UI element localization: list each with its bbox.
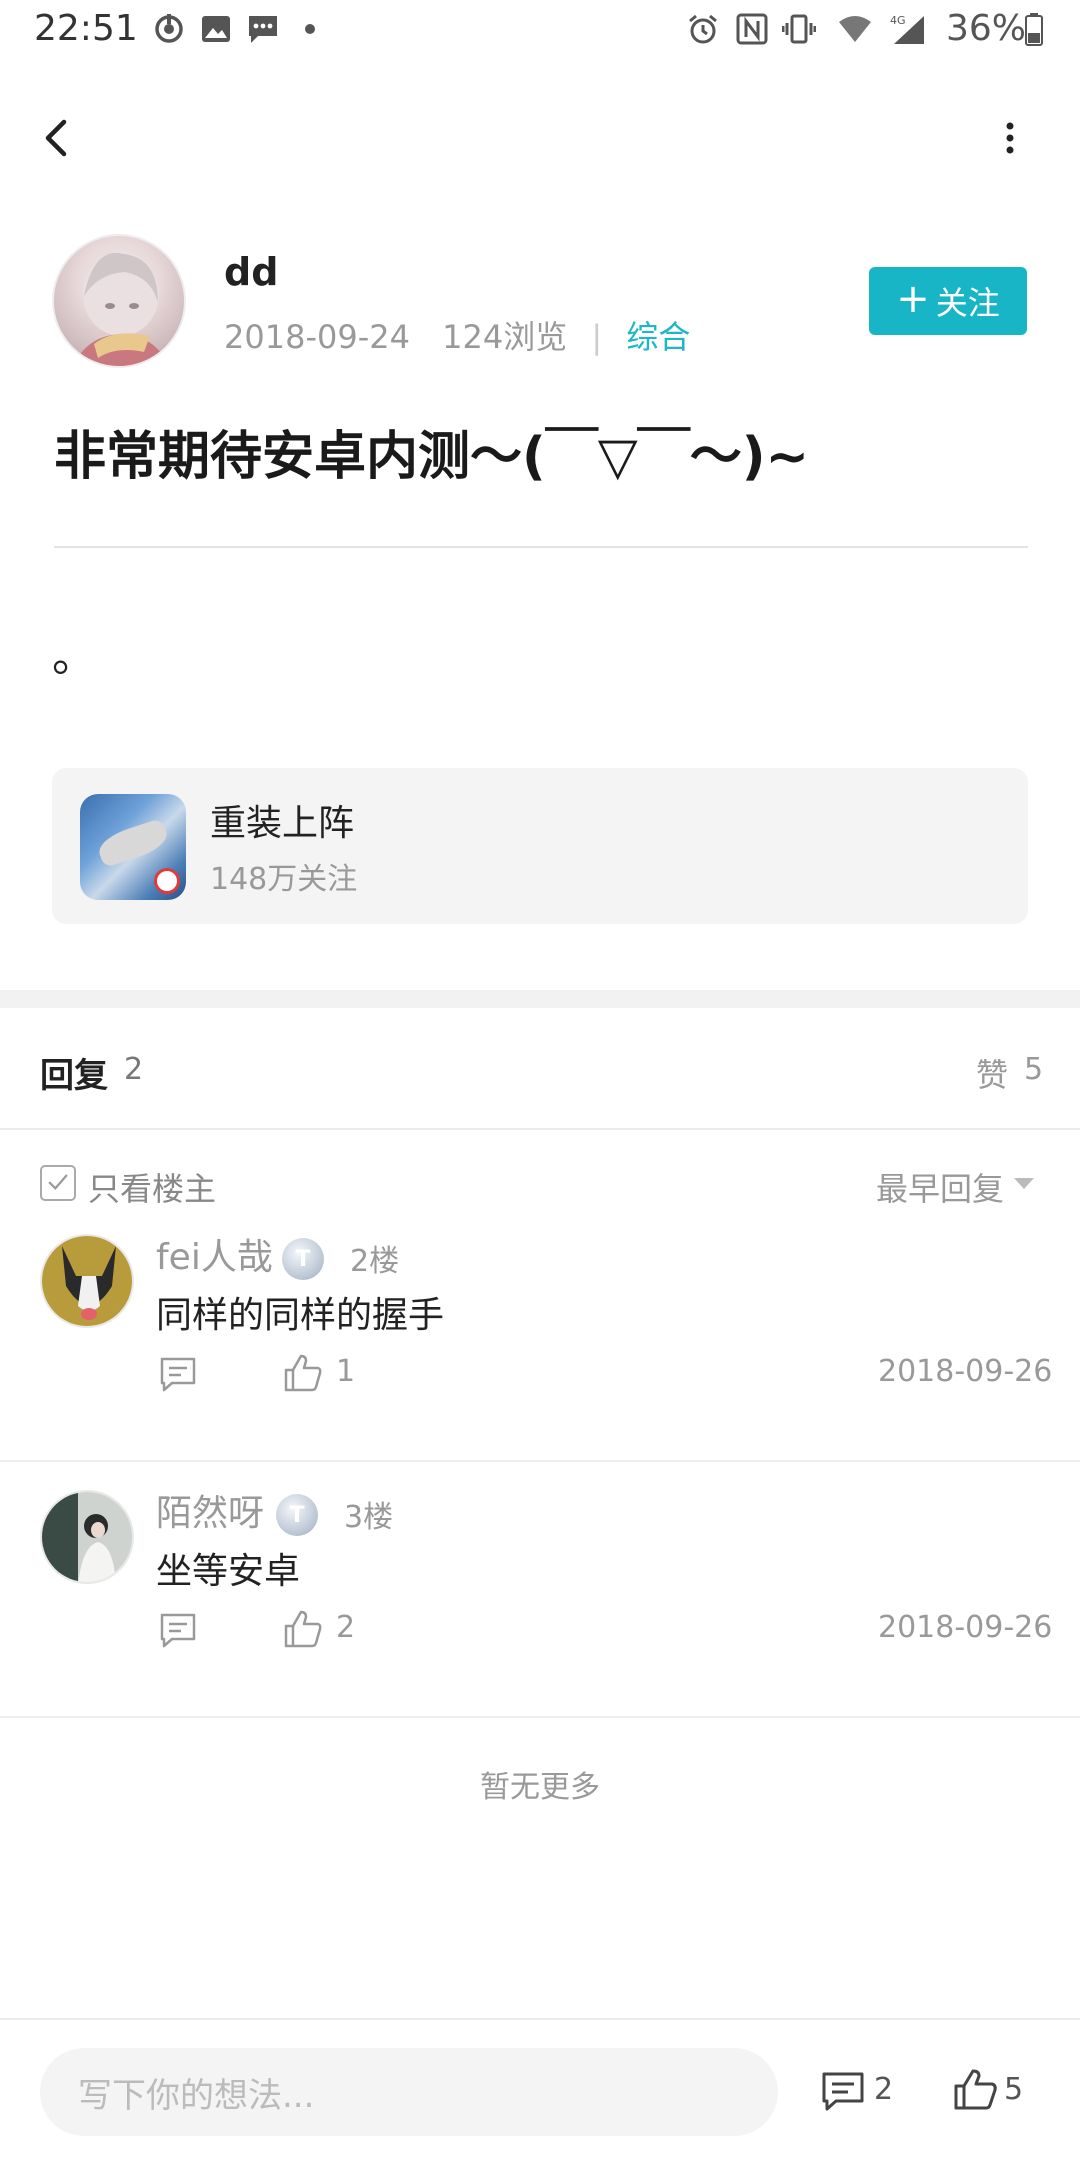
section-separator [0, 990, 1080, 1008]
dot-icon [305, 24, 315, 34]
reply-floor: 2楼 [350, 1244, 400, 1279]
like-count: 5 [1004, 2072, 1024, 2107]
post-title: 非常期待安卓内测～(￣▽￣～)~ [54, 427, 810, 487]
divider [0, 1128, 1080, 1130]
battery-percent: 36% [946, 8, 1027, 49]
sync-icon [155, 14, 183, 43]
wifi-icon [839, 16, 871, 42]
plus-icon: + [896, 276, 930, 322]
thumbs-up-icon[interactable] [282, 1608, 324, 1650]
game-card[interactable]: 重装上阵 148万关注 [52, 768, 1028, 924]
game-name: 重装上阵 [210, 803, 355, 844]
reply-avatar[interactable] [40, 1234, 134, 1328]
check-icon [48, 1174, 68, 1190]
reply-author[interactable]: fei人哉 [156, 1228, 273, 1280]
likes-count: 5 [1024, 1052, 1044, 1087]
battery-icon [1025, 13, 1043, 46]
chevron-left-icon[interactable] [36, 108, 80, 168]
divider [54, 546, 1028, 548]
only-op-label[interactable]: 只看楼主 [88, 1164, 216, 1210]
post-views: 124浏览 [442, 318, 568, 356]
game-icon [80, 794, 186, 900]
only-op-checkbox[interactable] [40, 1165, 76, 1201]
reply-like-count: 1 [336, 1354, 356, 1389]
likes-label: 赞 [976, 1056, 1009, 1094]
divider [0, 1716, 1080, 1718]
message-icon [249, 16, 277, 43]
divider [0, 1460, 1080, 1462]
reply-content: 坐等安卓 [156, 1551, 301, 1592]
level-badge: T [276, 1494, 318, 1536]
reply-content: 同样的同样的握手 [156, 1295, 445, 1336]
author-avatar[interactable] [52, 234, 186, 368]
no-more-text: 暂无更多 [480, 1770, 600, 1805]
avatar-image [42, 1492, 132, 1582]
comment-icon[interactable] [158, 1610, 198, 1650]
reply-like-count: 2 [336, 1610, 356, 1645]
status-time: 22:51 [34, 8, 138, 49]
post-category[interactable]: 综合 [626, 318, 690, 356]
thumbs-up-icon[interactable] [952, 2066, 998, 2112]
level-badge: T [282, 1238, 324, 1280]
post-body: 。 [52, 631, 96, 682]
author-name[interactable]: dd [224, 250, 278, 294]
avatar-image [73, 252, 169, 366]
reply-avatar[interactable] [40, 1490, 134, 1584]
image-icon [202, 16, 230, 42]
comment-count: 2 [874, 2072, 894, 2107]
reply-author[interactable]: 陌然呀 [156, 1484, 264, 1536]
avatar-image [42, 1236, 132, 1326]
signal-4g-icon: 4G [890, 14, 924, 44]
reply-item: 陌然呀 T 3楼 坐等安卓 2 2018-09-26 [0, 1464, 1080, 1720]
reply-date: 2018-09-26 [878, 1354, 1053, 1389]
bottom-bar: 写下你的想法... 2 5 [0, 2018, 1080, 2160]
post-meta: 2018-09-24 124浏览 | 综合 [224, 312, 690, 358]
vibrate-icon [782, 14, 816, 44]
game-followers: 148万关注 [210, 862, 358, 897]
comment-icon[interactable] [158, 1354, 198, 1394]
reply-item: fei人哉 T 2楼 同样的同样的握手 1 2018-09-26 [0, 1208, 1080, 1464]
nfc-icon [736, 13, 768, 45]
svg-text:4G: 4G [890, 14, 906, 27]
reply-floor: 3楼 [344, 1500, 394, 1535]
reply-date: 2018-09-26 [878, 1610, 1053, 1645]
follow-label: 关注 [935, 284, 1000, 322]
status-bar: 22:51 4G 36% [0, 0, 1080, 66]
follow-button[interactable]: + 关注 [869, 267, 1027, 335]
thumbs-up-icon[interactable] [282, 1352, 324, 1394]
caret-down-icon[interactable] [1014, 1178, 1034, 1189]
meta-separator: | [591, 318, 603, 356]
post-date: 2018-09-24 [224, 318, 410, 356]
comment-icon[interactable] [820, 2068, 866, 2114]
replies-label: 回复 [40, 1056, 108, 1096]
replies-count: 2 [124, 1052, 144, 1087]
sort-dropdown[interactable]: 最早回复 [876, 1164, 1004, 1210]
comment-input[interactable]: 写下你的想法... [40, 2048, 778, 2136]
alarm-icon [689, 14, 717, 44]
more-vertical-icon[interactable] [1000, 118, 1020, 158]
